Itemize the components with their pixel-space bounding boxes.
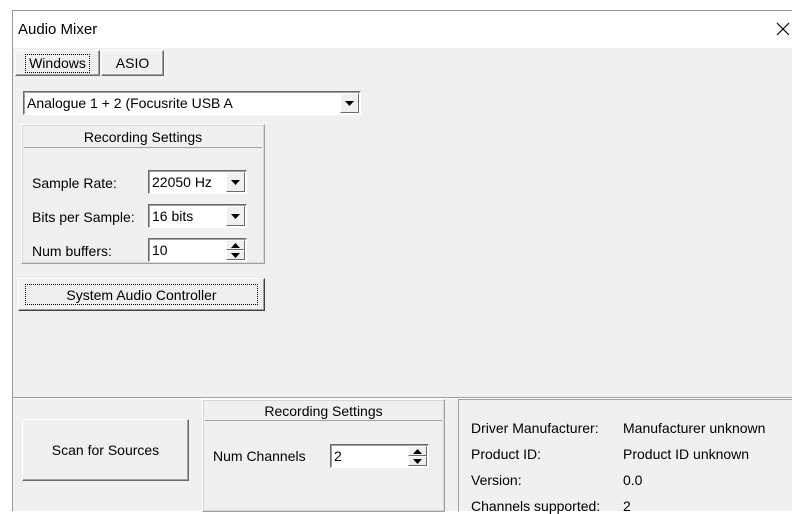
num-channels-spin-buttons [408, 446, 427, 466]
scan-for-sources-label: Scan for Sources [51, 442, 160, 458]
tab-asio-label: ASIO [115, 55, 150, 71]
device-select-value: Analogue 1 + 2 (Focusrite USB A [27, 95, 233, 111]
bits-per-sample-label: Bits per Sample: [32, 209, 135, 225]
close-button[interactable] [771, 16, 792, 42]
num-channels-spin-down[interactable] [408, 456, 427, 466]
version-label: Version: [471, 472, 522, 488]
product-id-label: Product ID: [471, 446, 542, 462]
device-select[interactable]: Analogue 1 + 2 (Focusrite USB A [23, 91, 361, 115]
product-id-value: Product ID unknown [623, 446, 750, 462]
version-value: 0.0 [623, 472, 643, 488]
num-buffers-spin-down[interactable] [226, 250, 245, 260]
chevron-down-icon [231, 179, 240, 185]
sample-rate-value: 22050 Hz [152, 174, 212, 190]
system-audio-controller-label: System Audio Controller [25, 284, 258, 305]
recording-settings-group: Recording Settings Sample Rate: 22050 Hz… [21, 124, 265, 264]
driver-manufacturer-value: Manufacturer unknown [623, 420, 766, 436]
channel-settings-header: Recording Settings [205, 402, 442, 421]
recording-settings-header: Recording Settings [24, 127, 262, 148]
spin-down-icon [231, 252, 240, 258]
sample-rate-dropdown-button[interactable] [226, 172, 245, 192]
num-buffers-value: 10 [152, 242, 168, 258]
num-channels-spin-up[interactable] [408, 446, 427, 456]
system-audio-controller-button[interactable]: System Audio Controller [18, 278, 265, 311]
bits-per-sample-dropdown-button[interactable] [226, 206, 245, 226]
num-channels-label: Num Channels [213, 448, 306, 464]
channels-supported-label: Channels supported: [471, 498, 601, 514]
close-icon [776, 22, 790, 36]
spin-up-icon [413, 448, 422, 454]
audio-mixer-window: Audio Mixer Windows ASIO Analogue 1 + 2 … [12, 10, 792, 514]
device-select-dropdown-button[interactable] [340, 93, 359, 113]
chevron-down-icon [345, 100, 354, 106]
channel-settings-group: Recording Settings Num Channels 2 [202, 399, 445, 512]
spin-up-icon [231, 242, 240, 248]
chevron-down-icon [231, 213, 240, 219]
driver-manufacturer-label: Driver Manufacturer: [471, 420, 599, 436]
num-buffers-spin-up[interactable] [226, 240, 245, 250]
num-buffers-spin-buttons [226, 240, 245, 260]
channels-supported-value: 2 [623, 498, 631, 514]
bits-per-sample-select[interactable]: 16 bits [148, 204, 247, 228]
tab-windows-label: Windows [25, 53, 90, 73]
window-title: Audio Mixer [18, 21, 98, 38]
scan-for-sources-button[interactable]: Scan for Sources [22, 419, 189, 481]
spin-down-icon [413, 458, 422, 464]
title-bar: Audio Mixer [13, 11, 792, 48]
driver-info-panel: Driver Manufacturer: Manufacturer unknow… [458, 399, 792, 514]
tab-windows[interactable]: Windows [15, 50, 100, 76]
num-channels-value: 2 [334, 448, 342, 464]
sample-rate-select[interactable]: 22050 Hz [148, 170, 247, 194]
tab-asio[interactable]: ASIO [101, 50, 164, 76]
bits-per-sample-value: 16 bits [152, 208, 194, 224]
num-buffers-spinner[interactable]: 10 [148, 238, 247, 262]
num-buffers-label: Num buffers: [32, 243, 112, 259]
sample-rate-label: Sample Rate: [32, 175, 117, 191]
num-channels-spinner[interactable]: 2 [330, 444, 429, 468]
